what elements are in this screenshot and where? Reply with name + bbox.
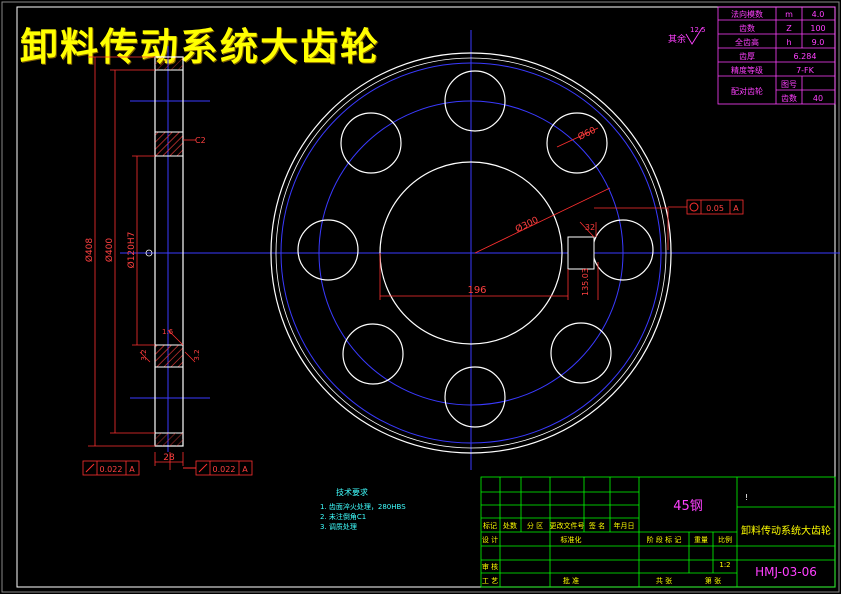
tol-right-datum: A	[733, 204, 739, 213]
stage-header-2: 比例	[718, 535, 732, 544]
side-view: Ø408 Ø400 Ø120H7 C2 28 3.2 3.2 1.6 0.022…	[82, 46, 840, 476]
part-name: 卸料传动系统大齿轮	[741, 524, 831, 537]
row-review: 审 核	[482, 562, 498, 571]
mating-gear-teeth-value: 40	[813, 94, 823, 103]
dim-outer-diameter: Ø408	[84, 238, 95, 263]
dim-bore-fit: Ø120H7	[126, 232, 137, 269]
dim-chamfer: C2	[195, 136, 206, 145]
tolerance-frame-mid: 0.022 A	[183, 460, 253, 476]
tooth-hatch-top	[155, 57, 183, 70]
rev-header-5: 年月日	[614, 521, 635, 530]
hole-top-right	[546, 112, 608, 174]
tol-left-value: 0.022	[100, 465, 123, 474]
param-0-symbol: m	[785, 10, 793, 19]
dim-roughness-right: 3.2	[193, 349, 201, 360]
dim-bore-length: 196	[467, 285, 486, 296]
param-3-label: 齿厚	[739, 52, 755, 61]
keyway	[567, 236, 595, 270]
rev-header-2: 分 区	[527, 521, 543, 530]
param-1-symbol: Z	[786, 24, 792, 33]
dim-keyway-width: 32	[585, 223, 595, 232]
section-hatch-top	[154, 131, 184, 157]
param-1-value: 100	[810, 24, 825, 33]
hole-bottom	[444, 366, 506, 428]
dim-fine-finish: 1.6	[162, 328, 174, 336]
hole-bottom-left	[342, 323, 404, 385]
section-hatch-bottom	[154, 344, 184, 368]
sheet-total: 共 张	[656, 576, 672, 585]
param-0-value: 4.0	[812, 10, 825, 19]
param-2-value: 9.0	[812, 38, 825, 47]
hole-top-left	[340, 112, 402, 174]
row-approve: 批 准	[563, 576, 579, 585]
param-4-label: 精度等级	[731, 65, 763, 75]
dim-pitch-circle: Ø300	[514, 214, 541, 235]
dim-thickness: 28	[163, 453, 175, 463]
tech-requirements: 技术要求 1. 齿面淬火处理，280HBS 2. 未注倒角C1 3. 调质处理	[320, 487, 406, 531]
hole-bottom-right	[550, 322, 612, 384]
stage-header-0: 阶 段 标 记	[647, 535, 682, 544]
corner-mark: !	[745, 493, 748, 502]
roughness-note: 其余 12.5	[668, 26, 706, 45]
tolerance-frame-left: 0.022 A	[82, 460, 140, 476]
tol-mid-datum: A	[242, 465, 248, 474]
inner-frame	[16, 6, 836, 588]
rev-header-4: 签 名	[589, 521, 605, 530]
param-0-label: 法向模数	[731, 9, 763, 19]
drawing-number: HMJ-03-06	[755, 565, 817, 579]
dim-diameter-400: Ø400	[104, 238, 115, 263]
tech-req-item-3: 3. 调质处理	[320, 522, 357, 531]
mating-gear-teeth-label: 齿数	[781, 93, 797, 103]
rev-header-1: 处数	[503, 521, 517, 530]
tol-right-value: 0.05	[706, 204, 724, 213]
tolerance-frame-right: 0.05 A	[668, 199, 744, 215]
tol-left-datum: A	[129, 465, 135, 474]
tech-req-item-1: 1. 齿面淬火处理，280HBS	[320, 502, 406, 511]
tech-req-item-2: 2. 未注倒角C1	[320, 512, 366, 521]
dim-roughness-left: 3.2	[140, 349, 148, 360]
tol-mid-value: 0.022	[213, 465, 236, 474]
param-2-label: 全齿高	[735, 37, 759, 47]
row-standard: 标准化	[561, 535, 582, 544]
param-2-symbol: h	[786, 38, 791, 47]
material: 45钢	[673, 499, 703, 514]
engineering-drawing: Ø408 Ø400 Ø120H7 C2 28 3.2 3.2 1.6 0.022…	[1, 1, 840, 593]
param-3-value: 6.284	[794, 52, 817, 61]
scale-value: 1:2	[719, 561, 730, 569]
front-view: 196 Ø300 Ø60 32 135.03 0.05 A	[270, 30, 744, 470]
param-1-label: 齿数	[739, 23, 755, 33]
mating-gear-label: 配对齿轮	[731, 86, 763, 96]
row-design: 设 计	[482, 535, 498, 544]
rev-header-3: 更改文件号	[550, 521, 585, 530]
gear-params-rows: 法向模数 m 4.0 齿数 Z 100 全齿高 h 9.0 齿厚 6.284 精…	[731, 9, 826, 103]
row-process: 工 艺	[482, 577, 498, 585]
outer-frame	[1, 1, 840, 593]
param-4-value: 7-FK	[796, 66, 815, 75]
roughness-other-label: 其余	[668, 33, 686, 45]
dim-hole-diameter: Ø60	[576, 125, 598, 143]
tech-req-title: 技术要求	[336, 487, 368, 497]
sheet-no: 第 张	[705, 576, 721, 585]
rev-header-0: 标记	[483, 521, 497, 530]
dim-keyway-depth: 135.03	[581, 268, 590, 296]
tooth-hatch-bottom	[155, 433, 183, 446]
stage-header-1: 重量	[694, 536, 708, 544]
mating-gear-drawing-no: 图号	[781, 80, 797, 89]
hole-left	[297, 219, 359, 281]
roughness-value: 12.5	[690, 26, 706, 34]
